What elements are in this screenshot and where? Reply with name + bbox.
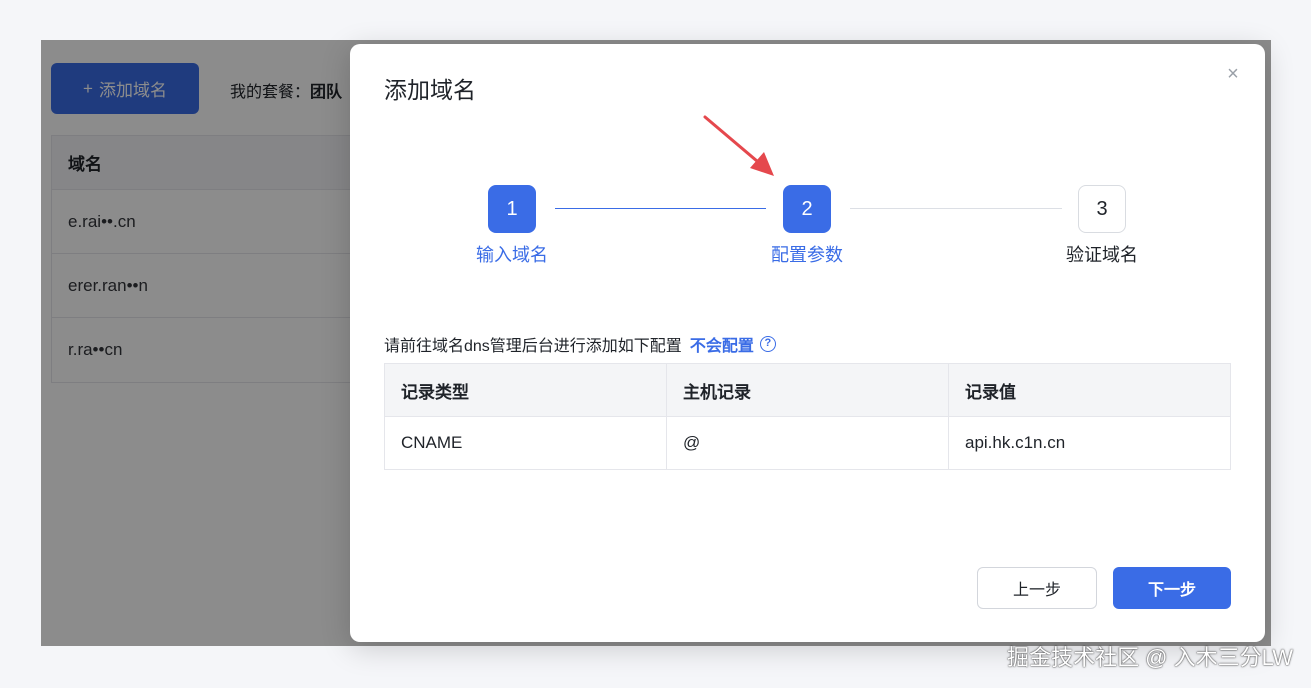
- step-connector-2: [850, 208, 1062, 209]
- dns-config-table: 记录类型 主机记录 记录值 CNAME @ api.hk.c1n.cn: [384, 363, 1231, 470]
- step-2-label: 配置参数: [771, 245, 843, 265]
- host-record-cell: @: [667, 417, 949, 469]
- table-header-row: 记录类型 主机记录 记录值: [385, 364, 1230, 417]
- column-header-record-type: 记录类型: [385, 364, 667, 416]
- step-1-indicator[interactable]: 1: [488, 185, 536, 233]
- column-header-host: 主机记录: [667, 364, 949, 416]
- step-connector-1: [555, 208, 766, 209]
- table-row: CNAME @ api.hk.c1n.cn: [385, 417, 1230, 469]
- config-hint: 请前往域名dns管理后台进行添加如下配置 不会配置 ?: [384, 332, 776, 356]
- stepper: 1 输入域名 2 配置参数 3 验证域名: [350, 184, 1265, 274]
- step-3-indicator[interactable]: 3: [1078, 185, 1126, 233]
- next-step-button[interactable]: 下一步: [1113, 567, 1231, 609]
- red-arrow-annotation: [703, 115, 774, 176]
- close-icon[interactable]: ×: [1223, 64, 1243, 84]
- step-3-label: 验证域名: [1066, 245, 1138, 265]
- previous-step-button[interactable]: 上一步: [977, 567, 1097, 609]
- question-icon[interactable]: ?: [759, 336, 776, 352]
- record-value-cell: api.hk.c1n.cn: [965, 433, 1066, 452]
- record-type-cell: CNAME: [385, 417, 667, 469]
- watermark: 掘金技术社区 @ 入木三分LW: [1007, 645, 1293, 670]
- step-2-indicator[interactable]: 2: [783, 185, 831, 233]
- add-domain-dialog: 添加域名 × 1 输入域名 2 配置参数 3 验证域名 请前往域名dns管理后台…: [350, 44, 1265, 642]
- step-1-label: 输入域名: [476, 245, 548, 265]
- hint-text: 请前往域名dns管理后台进行添加如下配置: [384, 338, 682, 355]
- column-header-value: 记录值: [965, 382, 1016, 402]
- help-link[interactable]: 不会配置: [690, 332, 754, 356]
- dialog-title: 添加域名: [384, 77, 476, 103]
